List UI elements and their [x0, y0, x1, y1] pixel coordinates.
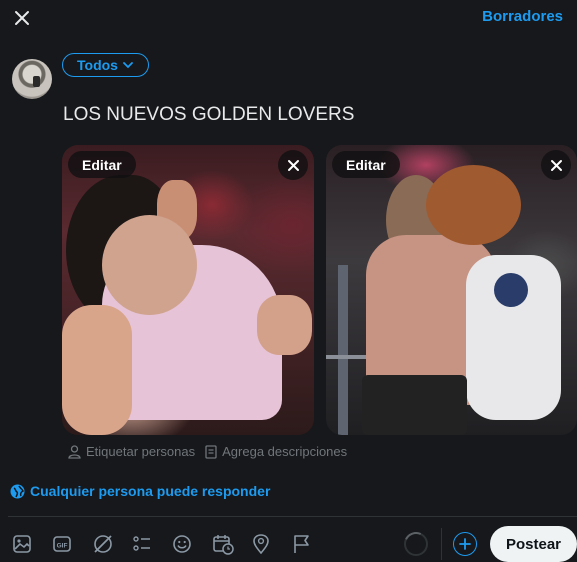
edit-media-button[interactable]: Editar: [68, 151, 136, 178]
edit-media-button[interactable]: Editar: [332, 151, 400, 178]
close-icon: [550, 159, 562, 171]
close-icon: [15, 11, 29, 25]
schedule-button[interactable]: [212, 531, 252, 557]
add-poll-button[interactable]: [132, 531, 172, 557]
image-icon: [13, 535, 31, 553]
document-icon: [205, 444, 217, 459]
composer-toolbar: GIF: [12, 531, 332, 557]
audience-label: Todos: [77, 57, 118, 73]
divider: [8, 516, 577, 517]
remove-media-button[interactable]: [541, 150, 571, 180]
photo-figure: [362, 375, 467, 435]
add-emoji-button[interactable]: [172, 531, 212, 557]
flag-button[interactable]: [292, 531, 332, 557]
grok-button[interactable]: [92, 531, 132, 557]
media-item-1: Editar: [62, 145, 314, 435]
svg-text:GIF: GIF: [57, 543, 68, 550]
audience-selector[interactable]: Todos: [62, 53, 149, 77]
add-descriptions-button[interactable]: Agrega descripciones: [205, 444, 347, 459]
photo-figure: [494, 273, 528, 307]
gif-icon: GIF: [53, 536, 71, 552]
location-icon: [253, 534, 269, 554]
reply-setting-button[interactable]: Cualquier persona puede responder: [10, 483, 270, 499]
flag-icon: [294, 535, 309, 553]
tag-people-label: Etiquetar personas: [86, 444, 196, 459]
person-icon: [68, 444, 81, 459]
photo-figure: [426, 165, 521, 245]
chevron-down-icon: [123, 62, 133, 69]
photo-figure: [326, 355, 366, 359]
schedule-icon: [213, 535, 234, 555]
photo-figure: [257, 295, 312, 355]
avatar[interactable]: [12, 59, 52, 99]
photo-figure: [338, 265, 348, 435]
media-actions: Etiquetar personas Agrega descripciones: [68, 444, 347, 459]
emoji-icon: [173, 535, 191, 553]
media-item-2: Editar: [326, 145, 577, 435]
add-location-button[interactable]: [252, 531, 292, 557]
grok-icon: [94, 535, 112, 553]
add-post-button[interactable]: [453, 532, 477, 556]
add-gif-button[interactable]: GIF: [52, 531, 92, 557]
poll-icon: [133, 536, 150, 551]
photo-figure: [62, 305, 132, 435]
post-text-input[interactable]: LOS NUEVOS GOLDEN LOVERS: [63, 104, 354, 126]
drafts-button[interactable]: Borradores: [482, 8, 563, 25]
photo-figure: [102, 215, 197, 315]
add-image-button[interactable]: [12, 531, 52, 557]
tag-people-button[interactable]: Etiquetar personas: [68, 444, 195, 459]
remove-media-button[interactable]: [278, 150, 308, 180]
post-button[interactable]: Postear: [490, 526, 577, 562]
close-icon: [287, 159, 299, 171]
globe-icon: [10, 484, 25, 498]
character-count-ring: [404, 532, 428, 556]
reply-setting-label: Cualquier persona puede responder: [30, 483, 271, 499]
divider: [441, 528, 442, 560]
close-button[interactable]: [8, 4, 36, 32]
add-descriptions-label: Agrega descripciones: [222, 444, 348, 459]
plus-icon: [459, 538, 471, 550]
